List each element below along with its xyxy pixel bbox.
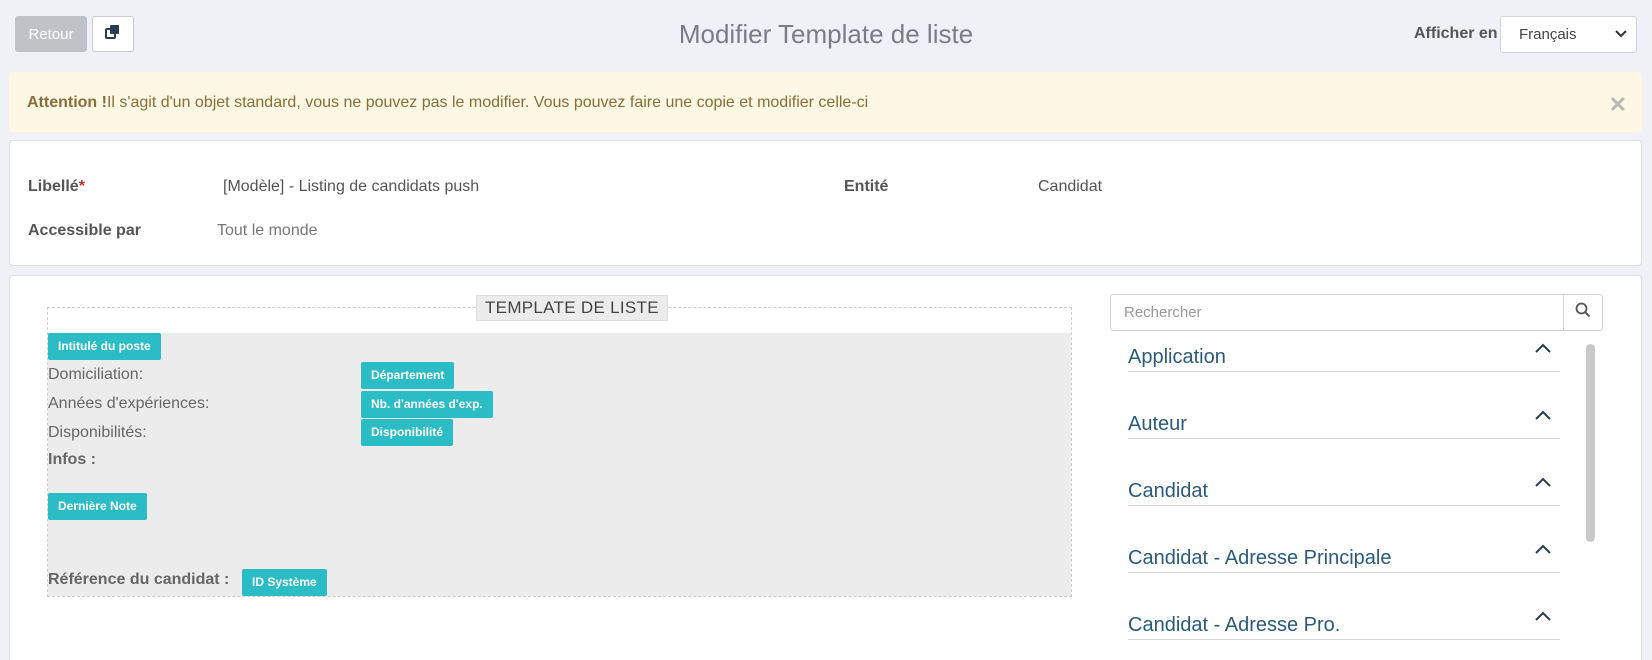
alert-message: Il s'agit d'un objet standard, vous ne p… bbox=[106, 94, 869, 111]
availability-label: Disponibilités: bbox=[48, 424, 147, 441]
chevron-up-icon[interactable] bbox=[1534, 542, 1552, 560]
entite-value: Candidat bbox=[1038, 178, 1103, 195]
warning-alert: Attention !Il s'agit d'un objet standard… bbox=[9, 72, 1642, 132]
page-title: Modifier Template de liste bbox=[678, 19, 974, 49]
field-chip-job-title[interactable]: Intitulé du poste bbox=[48, 333, 161, 360]
chevron-up-icon[interactable] bbox=[1534, 475, 1552, 493]
alert-strong-text: Attention ! bbox=[27, 94, 107, 111]
template-box: TEMPLATE DE LISTE Intitulé du poste Domi… bbox=[47, 295, 1072, 597]
field-chip-availability[interactable]: Disponibilité bbox=[361, 419, 453, 446]
language-select[interactable]: Français bbox=[1500, 16, 1637, 53]
search-icon bbox=[1575, 302, 1591, 323]
language-select-value: Français bbox=[1519, 26, 1577, 43]
section-label: Candidat bbox=[1128, 480, 1209, 502]
copy-button[interactable] bbox=[92, 16, 134, 52]
display-language-label: Afficher en bbox=[1414, 25, 1498, 42]
infos-label: Infos : bbox=[48, 451, 96, 468]
top-toolbar: Retour Modifier Template de liste Affich… bbox=[0, 0, 1652, 70]
field-chip-experience[interactable]: Nb. d'années d'exp. bbox=[361, 391, 493, 418]
back-button[interactable]: Retour bbox=[15, 16, 87, 52]
field-chip-last-note[interactable]: Dernière Note bbox=[48, 493, 147, 520]
section-label: Application bbox=[1128, 346, 1226, 368]
section-application[interactable]: Application bbox=[1128, 338, 1560, 372]
field-chip-department[interactable]: Département bbox=[361, 362, 455, 389]
section-candidat-adresse-principale[interactable]: Candidat - Adresse Principale bbox=[1128, 539, 1560, 573]
template-dropzone[interactable]: Intitulé du poste Domiciliation: Départe… bbox=[48, 333, 1071, 596]
chevron-down-icon bbox=[1614, 27, 1628, 45]
accessible-label: Accessible par bbox=[28, 222, 141, 239]
info-panel: Libellé* [Modèle] - Listing de candidats… bbox=[9, 140, 1642, 266]
section-label: Auteur bbox=[1128, 413, 1187, 435]
sidebar-scrollbar[interactable] bbox=[1586, 344, 1595, 542]
search-button[interactable] bbox=[1563, 294, 1603, 331]
section-candidat-adresse-pro[interactable]: Candidat - Adresse Pro. bbox=[1128, 606, 1560, 640]
main-panel: TEMPLATE DE LISTE Intitulé du poste Domi… bbox=[9, 275, 1642, 660]
required-mark: * bbox=[78, 178, 85, 195]
libelle-label: Libellé bbox=[28, 178, 79, 195]
search-input[interactable]: Rechercher bbox=[1110, 294, 1565, 331]
copy-icon bbox=[105, 24, 121, 45]
close-icon[interactable]: ✕ bbox=[1609, 92, 1627, 118]
section-label: Candidat - Adresse Principale bbox=[1128, 547, 1392, 569]
section-candidat[interactable]: Candidat bbox=[1128, 472, 1560, 506]
reference-label: Référence du candidat : bbox=[48, 571, 230, 588]
chevron-up-icon[interactable] bbox=[1534, 609, 1552, 627]
domiciliation-label: Domiciliation: bbox=[48, 366, 144, 383]
chevron-up-icon[interactable] bbox=[1534, 341, 1552, 359]
accessible-value: Tout le monde bbox=[217, 222, 318, 239]
section-label: Candidat - Adresse Pro. bbox=[1128, 614, 1341, 636]
template-legend: TEMPLATE DE LISTE bbox=[476, 295, 668, 321]
entite-label: Entité bbox=[844, 178, 889, 195]
section-auteur[interactable]: Auteur bbox=[1128, 405, 1560, 439]
libelle-value: [Modèle] - Listing de candidats push bbox=[223, 178, 480, 195]
field-chip-system-id[interactable]: ID Système bbox=[242, 569, 327, 596]
experience-label: Années d'expériences: bbox=[48, 395, 210, 412]
search-placeholder: Rechercher bbox=[1124, 304, 1202, 321]
chevron-up-icon[interactable] bbox=[1534, 408, 1552, 426]
libelle-label-wrap: Libellé* bbox=[28, 178, 85, 196]
